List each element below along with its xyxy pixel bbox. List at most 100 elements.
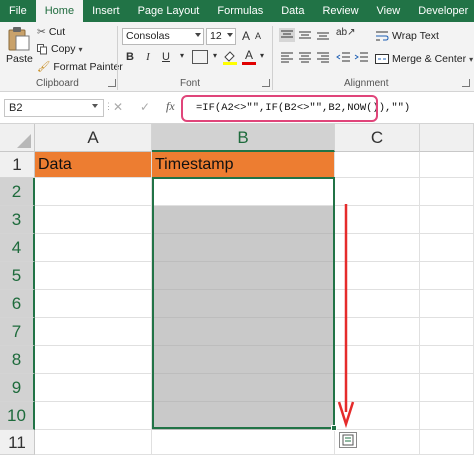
cell-c1[interactable] [335,152,420,178]
shrink-font-icon[interactable]: A [253,31,263,41]
fill-color-icon[interactable] [222,49,238,65]
row-header-11[interactable]: 11 [0,430,35,455]
cell-a4[interactable] [35,234,152,262]
select-all-corner[interactable] [0,124,35,152]
quick-analysis-icon[interactable] [339,432,357,448]
cell-d7[interactable] [420,318,474,346]
font-name-combo[interactable]: Consolas [122,28,204,45]
cell-b1[interactable]: Timestamp [152,152,335,178]
row-header-5[interactable]: 5 [0,262,35,290]
cell-d11[interactable] [420,430,474,455]
cell-b2[interactable] [152,178,335,206]
paste-button[interactable]: Paste [6,26,33,65]
wrap-text-button[interactable]: Wrap Text [375,30,439,42]
enter-icon[interactable]: ✓ [140,100,150,114]
cell-a10[interactable] [35,402,152,430]
cell-a9[interactable] [35,374,152,402]
column-header-b[interactable]: B [152,124,335,152]
cell-d6[interactable] [420,290,474,318]
cell-a3[interactable] [35,206,152,234]
tab-view[interactable]: View [368,0,410,22]
row-header-7[interactable]: 7 [0,318,35,346]
cell-a2[interactable] [35,178,152,206]
tab-file[interactable]: File [0,0,36,22]
bold-button[interactable]: B [123,51,137,63]
clipboard-launcher-icon[interactable] [108,79,116,87]
paste-icon [8,27,30,51]
cell-a5[interactable] [35,262,152,290]
chevron-down-icon[interactable]: ▾ [211,51,219,60]
row-header-3[interactable]: 3 [0,206,35,234]
decrease-indent-icon[interactable] [335,50,351,64]
row-header-10[interactable]: 10 [0,402,35,430]
cell-d8[interactable] [420,346,474,374]
cell-b7[interactable] [152,318,335,346]
cell-b11[interactable] [152,430,335,455]
cell-d10[interactable] [420,402,474,430]
italic-button[interactable]: I [141,51,155,63]
tab-insert[interactable]: Insert [83,0,129,22]
cell-b8[interactable] [152,346,335,374]
cell-d4[interactable] [420,234,474,262]
align-middle-icon[interactable] [297,28,313,42]
font-color-icon[interactable]: A [242,48,256,65]
cell-b3[interactable] [152,206,335,234]
alignment-launcher-icon[interactable] [462,79,470,87]
row-header-4[interactable]: 4 [0,234,35,262]
name-box[interactable]: B2 [4,99,104,117]
font-launcher-icon[interactable] [262,79,270,87]
cell-d1[interactable] [420,152,474,178]
orientation-icon[interactable]: ab↗ [336,27,356,41]
cell-b6[interactable] [152,290,335,318]
insert-function-icon[interactable]: fx [166,99,175,114]
align-top-icon[interactable] [279,28,295,42]
tab-developer[interactable]: Developer [409,0,474,22]
align-bottom-icon[interactable] [315,28,331,42]
cell-a11[interactable] [35,430,152,455]
row-header-8[interactable]: 8 [0,346,35,374]
row-header-6[interactable]: 6 [0,290,35,318]
increase-indent-icon[interactable] [353,50,369,64]
underline-button[interactable]: U [159,51,173,63]
row-header-1[interactable]: 1 [0,152,35,178]
cell-d9[interactable] [420,374,474,402]
column-header-c[interactable]: C [335,124,420,152]
cell-b4[interactable] [152,234,335,262]
cell-a7[interactable] [35,318,152,346]
cancel-icon[interactable]: ✕ [113,100,123,114]
tab-formulas[interactable]: Formulas [208,0,272,22]
clipboard-group-label: Clipboard [36,78,79,89]
column-header-d[interactable] [420,124,474,152]
tab-review[interactable]: Review [313,0,367,22]
tab-page-layout[interactable]: Page Layout [129,0,209,22]
tab-home[interactable]: Home [35,0,84,22]
copy-icon [37,43,47,54]
grow-font-icon[interactable]: A [240,29,252,43]
cell-a8[interactable] [35,346,152,374]
align-left-icon[interactable] [279,50,295,64]
cell-d2[interactable] [420,178,474,206]
chevron-down-icon[interactable] [92,104,98,108]
font-size-combo[interactable]: 12 [206,28,236,45]
paintbrush-icon: 🖌 [37,61,51,73]
cell-d3[interactable] [420,206,474,234]
format-painter-button[interactable]: 🖌 Format Painter [37,60,123,74]
row-header-9[interactable]: 9 [0,374,35,402]
cell-b10[interactable] [152,402,335,430]
align-center-icon[interactable] [297,50,313,64]
cell-b5[interactable] [152,262,335,290]
chevron-down-icon[interactable]: ▾ [178,51,186,60]
cell-a6[interactable] [35,290,152,318]
align-right-icon[interactable] [315,50,331,64]
row-header-2[interactable]: 2 [0,178,35,206]
cell-b9[interactable] [152,374,335,402]
copy-button[interactable]: Copy ▾ [37,43,83,55]
cut-button[interactable]: ✂ Cut [37,26,65,38]
chevron-down-icon[interactable]: ▾ [258,51,266,60]
borders-icon[interactable] [192,50,208,64]
column-header-a[interactable]: A [35,124,152,152]
tab-data[interactable]: Data [272,0,313,22]
cell-d5[interactable] [420,262,474,290]
merge-center-button[interactable]: Merge & Center ▾ [375,53,473,65]
cell-a1[interactable]: Data [35,152,152,178]
